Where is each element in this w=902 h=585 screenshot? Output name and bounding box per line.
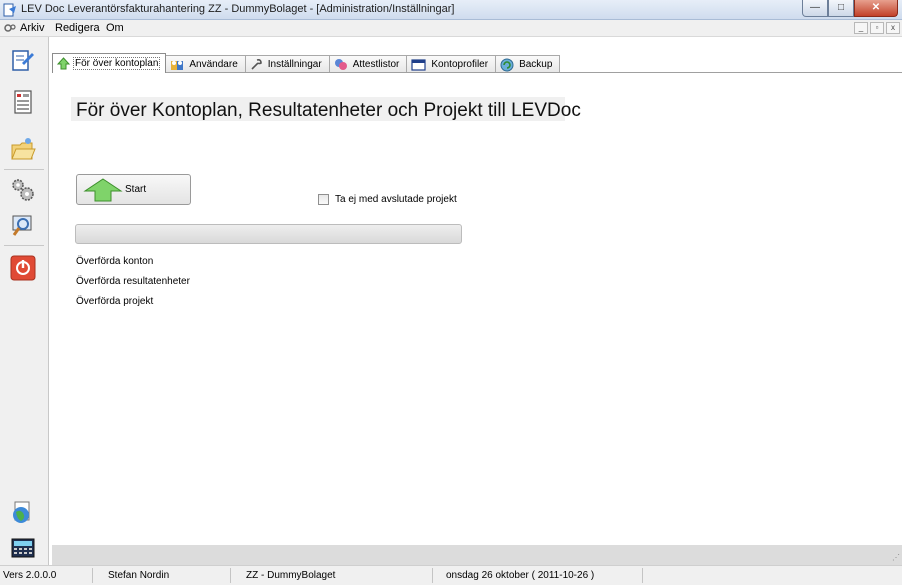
close-button[interactable]: ✕ bbox=[854, 0, 898, 17]
exclude-closed-projects-label[interactable]: Ta ej med avslutade projekt bbox=[335, 194, 457, 205]
menu-bar: Arkiv Redigera Om _ ▫ x bbox=[0, 20, 902, 37]
start-button[interactable]: Start bbox=[76, 174, 191, 205]
bottom-bar: ⋰ bbox=[52, 545, 902, 565]
status-divider bbox=[92, 568, 93, 583]
transferred-result-units-label: Överförda resultatenheter bbox=[76, 276, 190, 287]
status-version: Vers 2.0.0.0 bbox=[3, 570, 57, 581]
status-company: ZZ - DummyBolaget bbox=[246, 570, 336, 581]
toolbar-divider bbox=[4, 245, 44, 246]
tab-anvandare[interactable]: Användare bbox=[165, 55, 246, 73]
tab-backup[interactable]: Backup bbox=[495, 55, 561, 73]
transfer-progress-bar bbox=[75, 224, 462, 244]
title-bar: LEV Doc Leverantörsfakturahantering ZZ -… bbox=[0, 0, 902, 20]
tab-attestlistor[interactable]: Attestlistor bbox=[328, 55, 408, 73]
transferred-accounts-label: Överförda konton bbox=[76, 256, 154, 267]
status-date: onsdag 26 oktober ( 2011-10-26 ) bbox=[446, 570, 595, 581]
menu-arkiv[interactable]: Arkiv bbox=[20, 22, 44, 34]
gears-icon[interactable] bbox=[10, 177, 36, 203]
toolbar-divider bbox=[4, 169, 44, 170]
globe-icon[interactable] bbox=[10, 499, 36, 525]
tab-label: Backup bbox=[519, 59, 553, 70]
tab-label: Attestlistor bbox=[352, 59, 400, 70]
power-icon[interactable] bbox=[10, 255, 36, 281]
tab-installningar[interactable]: Inställningar bbox=[244, 55, 330, 73]
up-arrow-icon bbox=[83, 178, 123, 202]
exclude-closed-projects-checkbox[interactable] bbox=[318, 194, 329, 205]
table-icon bbox=[411, 58, 426, 71]
start-button-label: Start bbox=[125, 184, 147, 195]
form-list-icon[interactable] bbox=[10, 89, 36, 115]
mdi-close-button[interactable]: x bbox=[886, 22, 900, 34]
maximize-button[interactable]: □ bbox=[828, 0, 854, 17]
mdi-minimize-button[interactable]: _ bbox=[854, 22, 868, 34]
document-edit-icon[interactable] bbox=[10, 47, 36, 73]
mdi-restore-button[interactable]: ▫ bbox=[870, 22, 884, 34]
wrench-icon bbox=[251, 59, 262, 70]
app-icon bbox=[3, 3, 16, 17]
search-window-icon[interactable] bbox=[10, 213, 36, 239]
left-toolbar bbox=[0, 37, 49, 565]
mdi-child-icon[interactable] bbox=[3, 22, 17, 34]
status-bar: Vers 2.0.0.0 Stefan Nordin ZZ - DummyBol… bbox=[0, 565, 902, 585]
minimize-button[interactable]: — bbox=[802, 0, 828, 17]
status-divider bbox=[642, 568, 643, 583]
tab-label: För över kontoplan bbox=[73, 57, 161, 70]
status-user: Stefan Nordin bbox=[108, 570, 170, 581]
window-title: LEV Doc Leverantörsfakturahantering ZZ -… bbox=[21, 3, 455, 15]
attest-icon bbox=[334, 59, 347, 70]
menu-om[interactable]: Om bbox=[106, 22, 124, 34]
tab-strip: För över kontoplan Användare Inställning… bbox=[52, 53, 561, 73]
home-arrow-icon bbox=[57, 57, 70, 70]
resize-grip-icon[interactable]: ⋰ bbox=[892, 553, 900, 562]
status-divider bbox=[230, 568, 231, 583]
tab-kontoprofiler[interactable]: Kontoprofiler bbox=[406, 55, 497, 73]
tab-label: Inställningar bbox=[267, 59, 322, 70]
tab-label: Kontoprofiler bbox=[431, 59, 489, 70]
folder-open-icon[interactable] bbox=[10, 137, 36, 163]
calculator-icon[interactable] bbox=[10, 535, 36, 561]
status-divider bbox=[432, 568, 433, 583]
tab-label: Användare bbox=[189, 59, 238, 70]
tab-for-over-kontoplan[interactable]: För över kontoplan bbox=[52, 53, 167, 73]
tab-panel-for-over-kontoplan: För över Kontoplan, Resultatenheter och … bbox=[52, 73, 902, 545]
page-title: För över Kontoplan, Resultatenheter och … bbox=[76, 100, 581, 121]
backup-icon bbox=[500, 58, 514, 71]
users-icon bbox=[171, 60, 184, 70]
transferred-projects-label: Överförda projekt bbox=[76, 296, 154, 307]
menu-redigera[interactable]: Redigera bbox=[55, 22, 100, 34]
exclude-closed-projects-row: Ta ej med avslutade projekt bbox=[318, 194, 457, 205]
